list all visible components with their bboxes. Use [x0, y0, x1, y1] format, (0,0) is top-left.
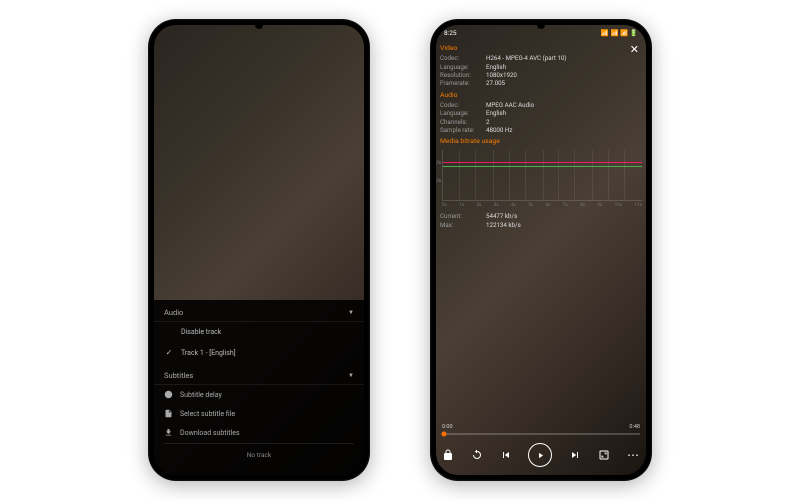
video-info-title: Video — [440, 44, 642, 53]
ch-label: Channels: — [440, 118, 482, 126]
res-value: 1080x1920 — [486, 71, 517, 79]
aspect-ratio-icon[interactable] — [598, 449, 610, 461]
more-icon[interactable]: ⋯ — [627, 448, 640, 462]
disable-track-row[interactable]: Disable track — [154, 322, 364, 342]
lang-label: Language: — [440, 63, 482, 71]
subtitle-delay-row[interactable]: Subtitle delay — [154, 385, 364, 404]
audio-header-label: Audio — [164, 308, 183, 317]
previous-icon[interactable] — [500, 449, 512, 461]
total-time: 0:48 — [629, 424, 640, 430]
check-icon: ✓ — [164, 348, 174, 357]
graph-x-labels: 0s1s 2s3s 4s5s 6s7s 8s9s 10s11s — [442, 203, 642, 209]
codec-value: MPEG AAC Audio — [486, 101, 534, 109]
sr-label: Sample rate: — [440, 126, 482, 134]
subtitle-delay-label: Subtitle delay — [180, 391, 222, 399]
video-codec-row: Codec: H264 - MPEG-4 AVC (part 10) — [440, 54, 642, 62]
next-icon[interactable] — [569, 449, 581, 461]
player-controls: 0:00 0:48 ⋯ — [436, 420, 646, 475]
max-label: Max: — [440, 221, 482, 229]
lock-icon[interactable] — [442, 449, 454, 461]
bitrate-graph: 54477kb/s 30000kb/s — [442, 150, 642, 201]
status-time: 8:25 — [444, 29, 457, 37]
play-icon — [536, 451, 545, 460]
codec-label: Codec: — [440, 101, 482, 109]
no-track-label: No track — [154, 445, 364, 461]
chevron-down-icon: ▼ — [348, 309, 354, 316]
chevron-down-icon: ▼ — [348, 372, 354, 379]
screen-left: Audio ▼ Disable track ✓ Track 1 - [Engli… — [154, 25, 364, 475]
time-bar: 0:00 0:48 — [442, 424, 640, 430]
download-subtitle-label: Download subtitles — [180, 429, 240, 437]
camera-notch — [255, 21, 263, 29]
ch-value: 2 — [486, 118, 489, 126]
graph-y-label-1: 54477kb/s — [436, 160, 441, 167]
video-res-row: Resolution: 1080x1920 — [440, 71, 642, 79]
track-1-row[interactable]: ✓ Track 1 - [English] — [154, 342, 364, 363]
seek-bar[interactable] — [442, 433, 640, 435]
track-options-panel: Audio ▼ Disable track ✓ Track 1 - [Engli… — [154, 300, 364, 475]
bitrate-title: Media bitrate usage — [440, 137, 642, 146]
audio-ch-row: Channels: 2 — [440, 118, 642, 126]
current-time: 0:00 — [442, 424, 453, 430]
max-value: 122134 kb/s — [486, 221, 521, 229]
fps-label: Framerate: — [440, 79, 482, 87]
current-value: 54477 kb/s — [486, 212, 517, 220]
disable-track-label: Disable track — [181, 328, 221, 336]
file-icon — [164, 409, 173, 418]
select-subtitle-row[interactable]: Select subtitle file — [154, 404, 364, 423]
lang-value: English — [486, 109, 506, 117]
rotate-icon[interactable] — [471, 449, 483, 461]
play-button[interactable] — [528, 443, 552, 467]
download-subtitle-row[interactable]: Download subtitles — [154, 423, 364, 442]
status-bar: 8:25 📶 📶 📶 🔋 — [444, 29, 638, 37]
media-info-panel: Video Codec: H264 - MPEG-4 AVC (part 10)… — [440, 41, 642, 229]
audio-codec-row: Codec: MPEG AAC Audio — [440, 101, 642, 109]
track-1-label: Track 1 - [English] — [181, 349, 236, 357]
divider — [164, 443, 354, 444]
close-icon[interactable]: ✕ — [630, 43, 639, 56]
status-indicators: 📶 📶 📶 🔋 — [601, 29, 638, 37]
sr-value: 48000 Hz — [486, 126, 512, 134]
audio-lang-row: Language: English — [440, 109, 642, 117]
bitrate-max-row: Max: 122134 kb/s — [440, 221, 642, 229]
bitrate-current-row: Current: 54477 kb/s — [440, 212, 642, 220]
lang-value: English — [486, 63, 506, 71]
phone-right: 8:25 📶 📶 📶 🔋 ✕ Video Codec: H264 - MPEG-… — [430, 19, 652, 481]
fps-value: 27.005 — [486, 79, 505, 87]
camera-notch — [537, 21, 545, 29]
current-label: Current: — [440, 212, 482, 220]
codec-label: Codec: — [440, 54, 482, 62]
phone-left: Audio ▼ Disable track ✓ Track 1 - [Engli… — [148, 19, 370, 481]
download-icon — [164, 428, 173, 437]
select-subtitle-label: Select subtitle file — [180, 410, 235, 418]
codec-value: H264 - MPEG-4 AVC (part 10) — [486, 54, 567, 62]
audio-section-header[interactable]: Audio ▼ — [154, 300, 364, 322]
subtitles-header-label: Subtitles — [164, 371, 193, 380]
res-label: Resolution: — [440, 71, 482, 79]
video-fps-row: Framerate: 27.005 — [440, 79, 642, 87]
graph-y-label-2: 30000kb/s — [436, 178, 441, 185]
delay-icon — [164, 390, 173, 399]
seek-thumb[interactable] — [441, 432, 446, 437]
video-lang-row: Language: English — [440, 63, 642, 71]
audio-info-title: Audio — [440, 91, 642, 100]
lang-label: Language: — [440, 109, 482, 117]
screen-right: 8:25 📶 📶 📶 🔋 ✕ Video Codec: H264 - MPEG-… — [436, 25, 646, 475]
audio-sr-row: Sample rate: 48000 Hz — [440, 126, 642, 134]
subtitles-section-header[interactable]: Subtitles ▼ — [154, 363, 364, 385]
